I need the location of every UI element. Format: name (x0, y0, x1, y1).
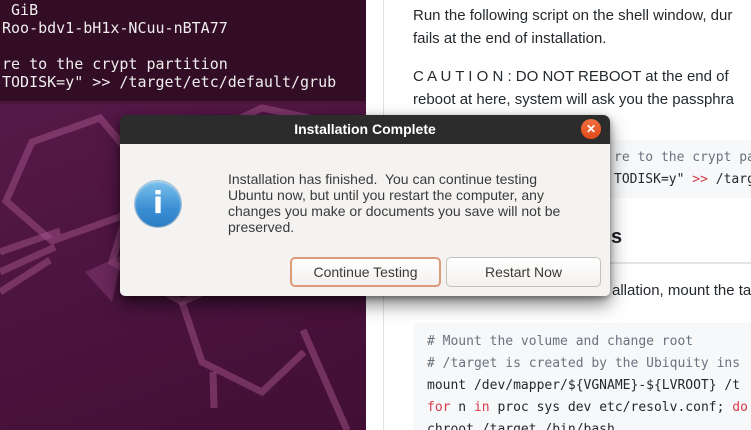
dialog-message-line: Ubuntu now, but until you restart the co… (228, 187, 560, 203)
terminal-line: TODISK=y" >> /target/etc/default/grub (2, 73, 336, 91)
dialog-message-line: changes you make or documents you save w… (228, 203, 560, 219)
code-line: # Mount the volume and change root (427, 334, 693, 350)
doc-paragraph-line: C A U T I O N : DO NOT REBOOT at the end… (413, 68, 729, 85)
doc-paragraph-line: Run the following script on the shell wi… (413, 7, 732, 24)
continue-testing-button[interactable]: Continue Testing (290, 257, 441, 287)
dialog-message-line: Installation has finished. You can conti… (228, 171, 560, 187)
restart-now-button[interactable]: Restart Now (446, 257, 601, 287)
code-line: re to the crypt pa (614, 150, 751, 166)
terminal-line: GiB (2, 1, 38, 19)
code-line: TODISK=y" >> /targ (614, 172, 751, 188)
code-line: for n in proc sys dev etc/resolv.conf; d… (427, 400, 748, 416)
terminal-line: re to the crypt partition (2, 55, 228, 73)
installation-complete-dialog: Installation Complete ✕ i Installation h… (120, 115, 610, 296)
info-icon: i (135, 181, 181, 227)
code-line: mount /dev/mapper/${VGNAME}-${LVROOT} /t (427, 378, 740, 394)
dialog-titlebar[interactable]: Installation Complete ✕ (120, 115, 610, 144)
doc-paragraph-line: fails at the end of installation. (413, 30, 606, 47)
terminal-line: Roo-bdv1-bH1x-NCuu-nBTA77 (2, 19, 228, 37)
dialog-body: i Installation has finished. You can con… (120, 144, 610, 296)
code-line: chroot /target /bin/bash (427, 422, 615, 430)
close-button[interactable]: ✕ (581, 119, 601, 139)
dialog-message-line: preserved. (228, 219, 560, 235)
terminal-window[interactable]: GiB Roo-bdv1-bH1x-NCuu-nBTA77 re to the … (0, 0, 366, 104)
code-line: # /target is created by the Ubiquity ins (427, 356, 740, 372)
close-icon: ✕ (586, 122, 596, 136)
dialog-title: Installation Complete (120, 115, 610, 144)
dialog-message: Installation has finished. You can conti… (228, 171, 560, 235)
doc-paragraph-line: allation, mount the ta (612, 282, 751, 299)
doc-paragraph-line: reboot at here, system will ask you the … (413, 91, 734, 108)
code-block: # Mount the volume and change root # /ta… (413, 323, 751, 430)
section-heading-fragment: s (611, 226, 622, 249)
